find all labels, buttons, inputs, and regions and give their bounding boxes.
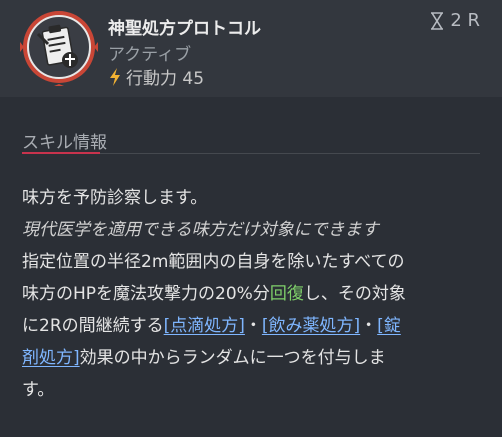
skill-cost: 行動力 45	[108, 64, 204, 89]
description-line: 味方のHPを魔法攻撃力の20%分回復し、その対象	[22, 278, 484, 310]
description-text: 味方のHPを魔法攻撃力の20%分	[22, 284, 270, 304]
hourglass-icon	[431, 11, 444, 30]
cooldown-indicator: 2 R	[430, 10, 480, 31]
section-accent-underline	[22, 152, 100, 154]
separator: ・	[360, 316, 378, 336]
heal-keyword: 回復	[269, 284, 304, 304]
prescription-clipboard-icon	[20, 11, 98, 86]
skill-tooltip: 神聖処方プロトコル アクティブ 行動力 45 2 R スキル情報 味方を予防診察…	[0, 0, 502, 437]
cost-label: 行動力 45	[126, 69, 205, 89]
description-text: 効果の中からランダムに一つを付与しま	[79, 348, 386, 368]
description-line: に2Rの間継続する[点滴処方]・[飲み薬処方]・[錠	[22, 310, 484, 342]
description-text: し、その対象	[303, 284, 406, 304]
lightning-icon	[110, 67, 120, 86]
oral-medicine-link[interactable]: [飲み薬処方]	[262, 316, 360, 336]
description-line: 指定位置の半径2m範囲内の自身を除いたすべての	[22, 252, 405, 272]
description-text: に2Rの間継続する	[22, 316, 164, 336]
separator: ・	[244, 316, 262, 336]
skill-header: 神聖処方プロトコル アクティブ 行動力 45 2 R	[0, 0, 502, 97]
description-line: 味方を予防診察します。	[22, 188, 208, 208]
cooldown-label: 2 R	[450, 10, 480, 31]
skill-status: アクティブ	[108, 45, 192, 65]
skill-title: 神聖処方プロトコル	[108, 19, 261, 39]
description-line: す。	[22, 380, 55, 400]
tablet-prescription-link[interactable]: 剤処方]	[22, 348, 80, 368]
description-line: 現代医学を適用できる味方だけ対象にできます	[22, 220, 379, 240]
section-title: スキル情報	[22, 133, 107, 153]
tablet-prescription-link[interactable]: [錠	[377, 316, 401, 336]
skill-description: 味方を予防診察します。 現代医学を適用できる味方だけ対象にできます 指定位置の半…	[22, 182, 484, 406]
description-line: 剤処方]効果の中からランダムに一つを付与しま	[22, 342, 484, 374]
iv-prescription-link[interactable]: [点滴処方]	[164, 316, 245, 336]
